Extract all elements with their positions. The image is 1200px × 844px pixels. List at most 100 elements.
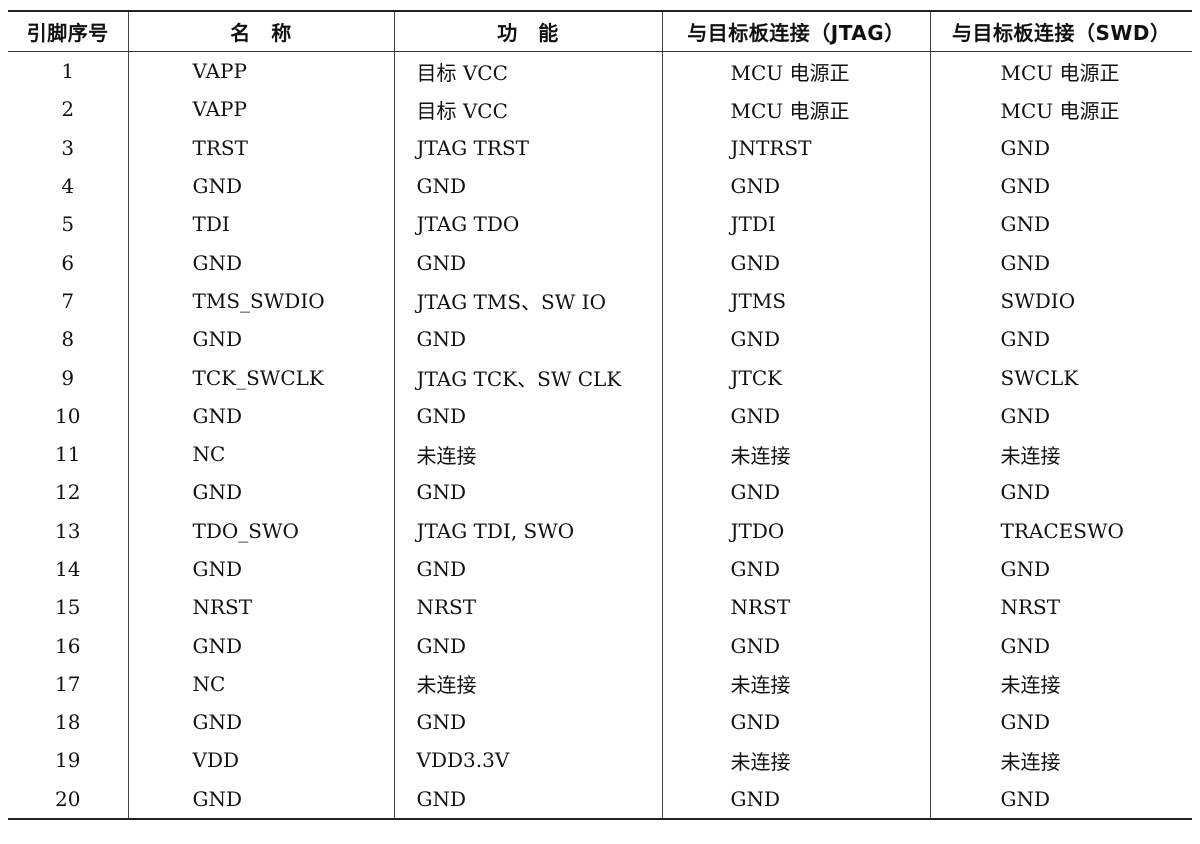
cell-swd-connection: 未连接 [929,664,1192,704]
pin-table-container: 引脚序号 名 称 功 能 与目标板连接（JTAG） 与目标板连接（SWD） 1 V… [8,10,1192,820]
cell-pin-number: 18 [55,710,81,735]
cell-jtag-connection: 未连接 [661,664,930,704]
cell-swd-connection: GND [929,396,1192,435]
cell-jtag-connection: JTMS [661,281,930,321]
cell-jtag-connection: GND [661,243,930,282]
table-row: 17 NC 未连接 未连接 未连接 [8,664,1192,704]
cell-name: NRST [127,588,394,627]
cell-jtag-connection: MCU 电源正 [661,51,930,91]
cell-swd-connection: GND [929,473,1192,512]
cell-name: VDD [127,741,394,780]
cell-name: NC [127,434,394,474]
cell-pin-number: 6 [61,250,75,275]
cell-function: GND [393,396,662,435]
cell-pin-number: 14 [55,557,81,581]
table-row: 9 TCK_SWCLK JTAG TCK、SW CLK JTCK SWCLK [8,358,1192,397]
cell-function: JTAG TDI, SWO [393,511,662,550]
cell-pin-number: 15 [55,595,81,620]
cell-swd-connection: GND [929,166,1192,206]
table-row: 5 TDI JTAG TDO JTDI GND [8,205,1192,244]
cell-swd-connection: 未连接 [929,434,1192,474]
cell-name: TDI [127,205,394,244]
cell-swd-connection: GND [929,703,1192,742]
cell-function: 未连接 [393,434,662,474]
table-row: 2 VAPP 目标 VCC MCU 电源正 MCU 电源正 [8,90,1192,129]
cell-pin-number: 5 [61,212,75,237]
table-body: 1 VAPP 目标 VCC MCU 电源正 MCU 电源正 2 VAPP 目标 VCC MCU … [8,51,1192,820]
header-name: 名 称 [127,10,394,52]
table-row: 15 NRST NRST NRST NRST [8,588,1192,627]
cell-function: VDD3.3V [393,741,662,780]
cell-jtag-connection: GND [661,396,930,435]
table-row: 1 VAPP 目标 VCC MCU 电源正 MCU 电源正 [8,51,1192,91]
cell-function: GND [393,626,662,665]
table-row: 13 TDO_SWO JTAG TDI, SWO JTDO TRACESWO [8,511,1192,550]
cell-name: TCK_SWCLK [127,358,394,397]
cell-pin-number: 9 [61,365,75,390]
cell-jtag-connection: JTDI [661,205,930,244]
cell-pin-number: 11 [55,442,81,467]
cell-swd-connection: MCU 电源正 [929,90,1192,129]
cell-swd-connection: GND [929,779,1192,820]
header-swd-connection: 与目标板连接（SWD） [929,10,1192,52]
cell-swd-connection: GND [929,128,1192,167]
cell-swd-connection: GND [929,626,1192,665]
cell-function: 未连接 [393,664,662,704]
header-pin-number: 引脚序号 [8,10,128,52]
cell-jtag-connection: GND [661,779,930,820]
cell-pin-number: 1 [61,59,75,84]
table-row: 14 GND GND GND GND [8,549,1192,589]
cell-jtag-connection: JNTRST [661,128,930,167]
cell-swd-connection: TRACESWO [929,511,1192,550]
table-row: 18 GND GND GND GND [8,703,1192,742]
cell-pin-number: 7 [61,288,75,313]
cell-swd-connection: MCU 电源正 [929,51,1192,91]
cell-pin-number: 13 [55,518,81,543]
cell-swd-connection: 未连接 [929,741,1192,780]
cell-name: GND [127,396,394,435]
cell-pin-number: 8 [61,327,75,352]
cell-pin-number: 17 [55,671,81,696]
cell-pin-number: 19 [55,748,81,773]
cell-name: VAPP [127,90,394,129]
cell-name: GND [127,473,394,512]
cell-jtag-connection: MCU 电源正 [661,90,930,129]
cell-swd-connection: GND [929,205,1192,244]
table-row: 12 GND GND GND GND [8,473,1192,512]
cell-function: 目标 VCC [393,90,662,129]
cell-function: GND [393,320,662,359]
cell-pin-number: 12 [55,480,81,505]
cell-name: GND [127,166,394,206]
cell-pin-number: 20 [8,779,128,820]
cell-name: GND [127,703,394,742]
cell-name: GND [127,626,394,665]
cell-jtag-connection: 未连接 [661,741,930,780]
cell-function: GND [393,473,662,512]
cell-name: VAPP [127,51,394,91]
cell-jtag-connection: GND [661,549,930,589]
table-row: 20 GND GND GND GND [8,779,1192,820]
cell-jtag-connection: JTDO [661,511,930,550]
cell-jtag-connection: 未连接 [661,434,930,474]
cell-swd-connection: NRST [929,588,1192,627]
cell-function: JTAG TMS、SW IO [393,281,662,321]
cell-jtag-connection: GND [661,320,930,359]
cell-jtag-connection: NRST [661,588,930,627]
header-jtag-connection: 与目标板连接（JTAG） [661,10,930,52]
cell-name: NC [127,664,394,704]
cell-name: TDO_SWO [127,511,394,550]
table-row: 4 GND GND GND GND [8,166,1192,206]
table-header-row: 引脚序号 名 称 功 能 与目标板连接（JTAG） 与目标板连接（SWD） [8,10,1192,52]
cell-function: 目标 VCC [393,51,662,91]
cell-function: GND [393,166,662,206]
table-row: 19 VDD VDD3.3V 未连接 未连接 [8,741,1192,780]
cell-pin-number: 4 [61,174,75,199]
cell-function: GND [393,243,662,282]
cell-name: GND [127,320,394,359]
table-row: 8 GND GND GND GND [8,320,1192,359]
cell-name: TMS_SWDIO [127,281,394,321]
cell-name: GND [127,243,394,282]
cell-pin-number: 3 [61,135,75,160]
cell-function: JTAG TDO [393,205,662,244]
cell-jtag-connection: GND [661,166,930,206]
